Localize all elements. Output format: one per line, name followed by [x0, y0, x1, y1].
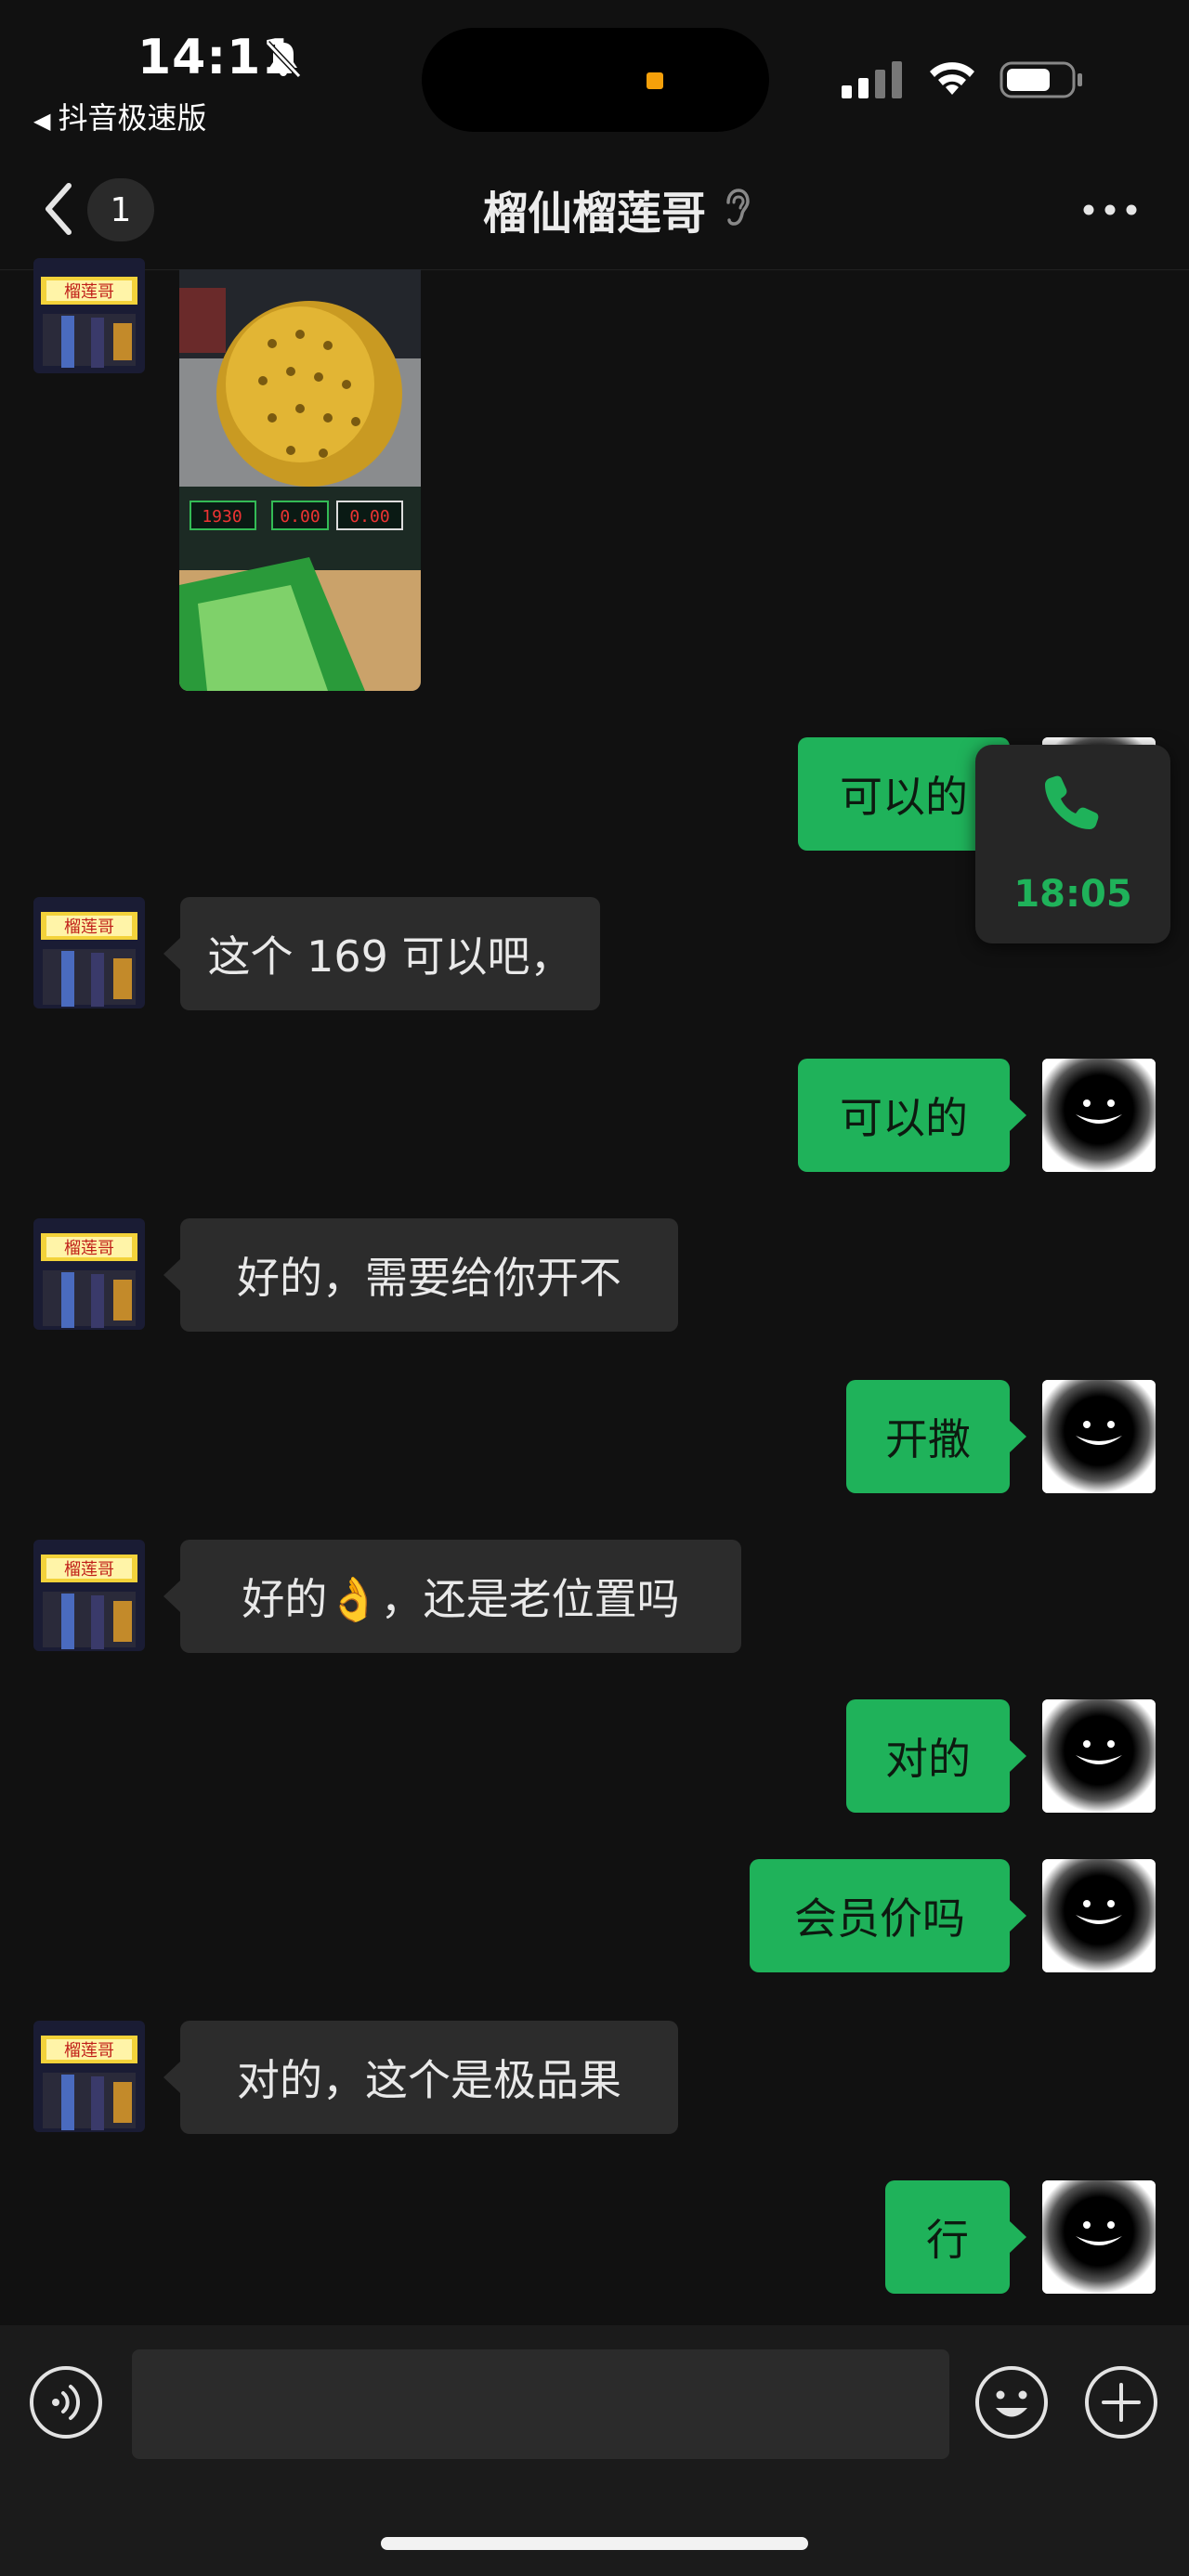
message-bubble-incoming[interactable]: 对的，这个是极品果: [163, 2021, 678, 2134]
contact-avatar[interactable]: 榴莲哥: [33, 1218, 145, 1330]
voice-icon[interactable]: [28, 2364, 104, 2440]
call-duration: 18:05: [1013, 873, 1132, 916]
contact-avatar[interactable]: 榴莲哥: [33, 258, 145, 373]
contact-avatar[interactable]: 榴莲哥: [33, 2021, 145, 2132]
message-bubble-incoming[interactable]: 好的，需要给你开不: [163, 1218, 678, 1332]
wifi-icon: [930, 62, 974, 95]
floating-call-window[interactable]: 18:05: [975, 745, 1170, 943]
message-bubble-outgoing[interactable]: 行: [885, 2180, 1026, 2294]
svg-text:0.00: 0.00: [280, 507, 320, 527]
bell-slash-icon: [265, 40, 302, 79]
message-bubble-outgoing[interactable]: 会员价吗: [750, 1859, 1026, 1972]
message-bubble-outgoing[interactable]: 可以的: [798, 1059, 1026, 1172]
svg-text:榴莲哥: 榴莲哥: [64, 917, 114, 937]
header-divider: [0, 269, 1189, 270]
dynamic-island: [422, 28, 769, 132]
my-avatar[interactable]: [1042, 1859, 1156, 1972]
durian-photo[interactable]: 1930 0.00 0.00: [179, 269, 421, 691]
contact-avatar[interactable]: 榴莲哥: [33, 1540, 145, 1651]
svg-text:1930: 1930: [202, 507, 242, 527]
svg-text:榴莲哥: 榴莲哥: [64, 2041, 114, 2061]
back-to-app-link[interactable]: ◀ 抖音极速版: [33, 95, 206, 137]
my-avatar[interactable]: [1042, 2180, 1156, 2294]
my-avatar[interactable]: [1042, 1699, 1156, 1813]
svg-text:榴莲哥: 榴莲哥: [64, 282, 114, 302]
svg-text:榴莲哥: 榴莲哥: [64, 1560, 114, 1580]
more-dots-icon[interactable]: [1081, 201, 1139, 219]
emoji-icon[interactable]: [973, 2364, 1050, 2440]
privacy-indicator: [647, 72, 663, 89]
ear-icon: [726, 189, 750, 226]
chat-title: 榴仙榴莲哥: [482, 188, 706, 240]
battery-icon: [1000, 61, 1082, 98]
message-bubble-outgoing[interactable]: 对的: [846, 1699, 1026, 1813]
signal-icon: [842, 61, 902, 98]
svg-text:0.00: 0.00: [349, 507, 389, 527]
message-bubble-incoming[interactable]: 这个 169 可以吧，: [163, 897, 600, 1010]
phone-icon: [1045, 775, 1099, 829]
svg-text:榴莲哥: 榴莲哥: [64, 1239, 114, 1258]
my-avatar[interactable]: [1042, 1059, 1156, 1172]
home-indicator[interactable]: [381, 2537, 808, 2550]
contact-avatar[interactable]: 榴莲哥: [33, 897, 145, 1008]
back-app-label: 抖音极速版: [58, 100, 207, 136]
back-triangle-icon: ◀: [33, 108, 51, 134]
message-bubble-incoming[interactable]: 好的👌，还是老位置吗: [163, 1540, 741, 1653]
message-input[interactable]: [132, 2349, 949, 2459]
my-avatar[interactable]: [1042, 1380, 1156, 1493]
message-bubble-outgoing[interactable]: 开撒: [846, 1380, 1026, 1493]
plus-icon[interactable]: [1083, 2364, 1159, 2440]
